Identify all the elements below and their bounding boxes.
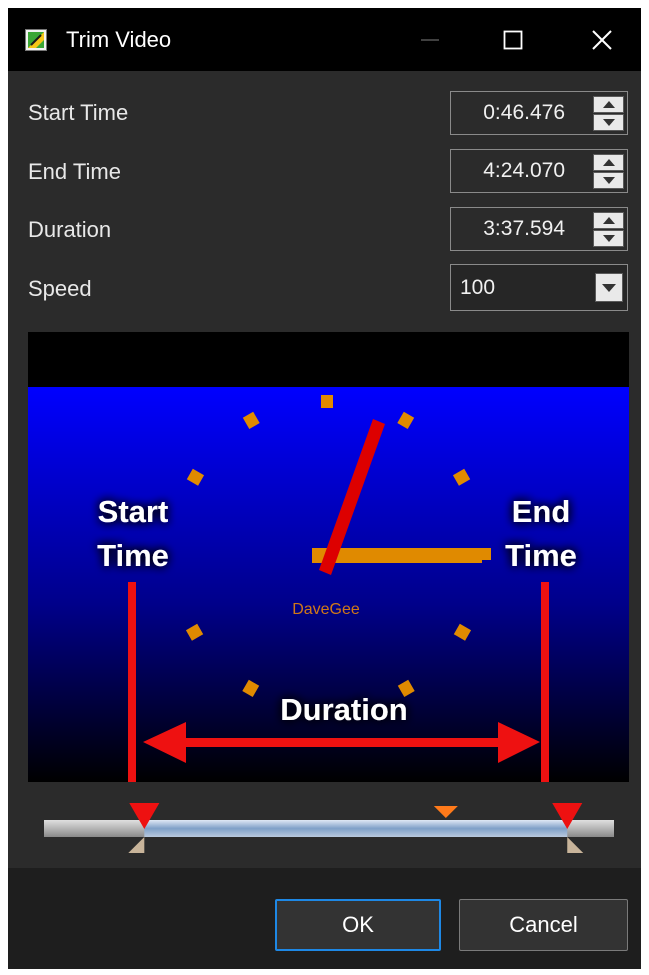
chevron-down-icon — [602, 119, 615, 126]
start-time-increment-button[interactable] — [593, 96, 624, 113]
maximize-icon — [503, 30, 523, 49]
start-time-annotation: Start — [98, 494, 169, 529]
trim-video-dialog: Trim Video Start Time 0:46.476 End Time … — [8, 8, 641, 969]
clock-tick — [321, 395, 333, 408]
duration-field[interactable]: 3:37.594 — [450, 207, 628, 251]
end-time-value[interactable]: 4:24.070 — [483, 158, 565, 184]
start-time-value[interactable]: 0:46.476 — [483, 100, 565, 126]
chevron-up-icon — [602, 101, 615, 108]
duration-increment-button[interactable] — [593, 212, 624, 229]
speed-dropdown-button[interactable] — [595, 273, 623, 302]
start-time-decrement-button[interactable] — [593, 114, 624, 131]
start-time-annotation: Time — [97, 538, 169, 573]
ok-button[interactable]: OK — [275, 899, 441, 951]
playhead-marker[interactable] — [433, 806, 458, 818]
start-arrow-shaft — [128, 582, 136, 782]
speed-dropdown[interactable]: 100 — [450, 264, 628, 311]
duration-annotation: Duration — [280, 692, 407, 727]
app-icon — [25, 29, 47, 51]
chevron-down-icon — [602, 235, 615, 242]
duration-label: Duration — [28, 217, 112, 242]
cancel-button[interactable]: Cancel — [459, 899, 628, 951]
chevron-up-icon — [602, 217, 615, 224]
end-time-annotation: Time — [505, 538, 577, 573]
title-bar: Trim Video — [8, 8, 641, 71]
chevron-up-icon — [602, 159, 615, 166]
duration-value[interactable]: 3:37.594 — [483, 216, 565, 242]
end-time-field[interactable]: 4:24.070 — [450, 149, 628, 193]
end-time-decrement-button[interactable] — [593, 172, 624, 189]
timeline-selected-range[interactable] — [144, 820, 568, 837]
clock-watermark: DaveGee — [292, 601, 360, 618]
letterbox-bar — [28, 332, 629, 387]
minimize-icon — [421, 38, 439, 41]
duration-arrow-shaft — [178, 738, 506, 747]
maximize-button[interactable] — [468, 8, 558, 71]
window-title: Trim Video — [66, 27, 172, 52]
end-time-label: End Time — [28, 159, 121, 184]
end-time-annotation: End — [512, 494, 571, 529]
end-time-increment-button[interactable] — [593, 154, 624, 171]
chevron-down-icon — [602, 177, 615, 184]
start-time-label: Start Time — [28, 100, 129, 125]
start-time-field[interactable]: 0:46.476 — [450, 91, 628, 135]
start-trim-handle[interactable] — [128, 837, 145, 853]
duration-decrement-button[interactable] — [593, 230, 624, 247]
speed-value: 100 — [460, 276, 496, 299]
end-trim-handle[interactable] — [567, 837, 584, 853]
chevron-down-icon — [602, 283, 616, 292]
close-button[interactable] — [557, 8, 641, 71]
video-preview: DaveGee Start Time End Time Duration — [28, 332, 629, 782]
minimize-button[interactable] — [385, 8, 475, 71]
trim-timeline[interactable] — [44, 803, 614, 853]
end-arrow-shaft — [541, 582, 549, 782]
close-icon — [592, 29, 612, 50]
dialog-footer: OK Cancel — [8, 868, 641, 969]
speed-label: Speed — [28, 276, 92, 301]
